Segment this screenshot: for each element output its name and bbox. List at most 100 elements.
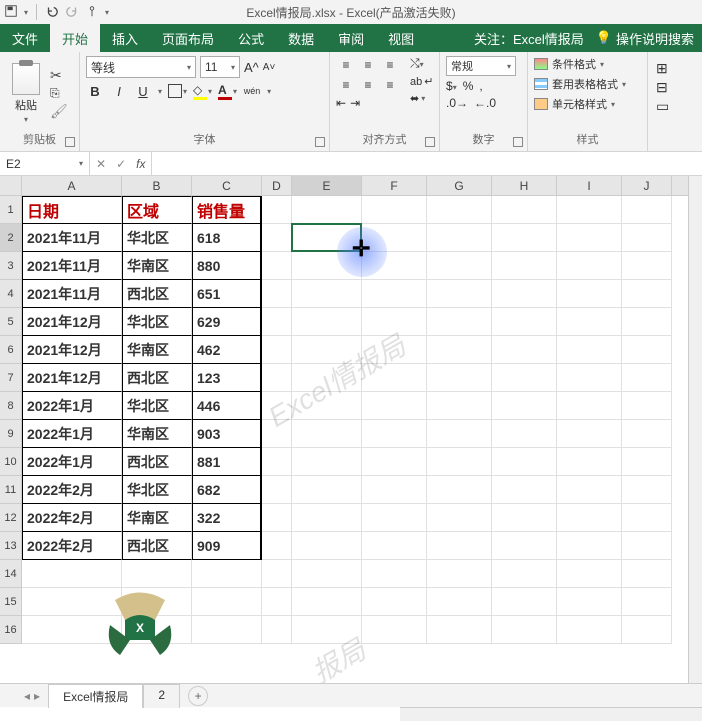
cell-J1[interactable] — [622, 196, 672, 224]
cell-D15[interactable] — [262, 588, 292, 616]
cell-H3[interactable] — [492, 252, 557, 280]
cell-A12[interactable]: 2022年2月 — [22, 504, 122, 532]
cell-C3[interactable]: 880 — [192, 252, 262, 280]
cell-D13[interactable] — [262, 532, 292, 560]
cell-H2[interactable] — [492, 224, 557, 252]
tab-开始[interactable]: 开始 — [50, 24, 100, 52]
cell-F13[interactable] — [362, 532, 427, 560]
cell-F16[interactable] — [362, 616, 427, 644]
cell-F9[interactable] — [362, 420, 427, 448]
cell-E9[interactable] — [292, 420, 362, 448]
phonetic-button[interactable]: wén — [243, 82, 261, 100]
number-dialog-launcher[interactable] — [513, 137, 523, 147]
cell-A9[interactable]: 2022年1月 — [22, 420, 122, 448]
cell-B12[interactable]: 华南区 — [122, 504, 192, 532]
cell-F6[interactable] — [362, 336, 427, 364]
format-painter-icon[interactable]: 🖌 — [50, 103, 68, 120]
cell-F4[interactable] — [362, 280, 427, 308]
merge-button[interactable]: ⬌▾ — [410, 92, 433, 105]
cell-I10[interactable] — [557, 448, 622, 476]
col-header-F[interactable]: F — [362, 176, 427, 195]
cell-H16[interactable] — [492, 616, 557, 644]
cell-D4[interactable] — [262, 280, 292, 308]
cell-H10[interactable] — [492, 448, 557, 476]
tell-me[interactable]: 💡操作说明搜索 — [596, 29, 694, 48]
cell-H5[interactable] — [492, 308, 557, 336]
cell-J15[interactable] — [622, 588, 672, 616]
cell-D1[interactable] — [262, 196, 292, 224]
save-icon[interactable] — [4, 4, 18, 21]
cell-J14[interactable] — [622, 560, 672, 588]
tab-审阅[interactable]: 审阅 — [326, 24, 376, 52]
worksheet-grid[interactable]: ABCDEFGHIJ1日期区域销售量22021年11月华北区61832021年1… — [0, 176, 702, 644]
cell-I1[interactable] — [557, 196, 622, 224]
insert-function-icon[interactable]: fx — [136, 157, 145, 171]
cell-A2[interactable]: 2021年11月 — [22, 224, 122, 252]
align-bottom-icon[interactable]: ≡ — [380, 56, 400, 74]
cell-B10[interactable]: 西北区 — [122, 448, 192, 476]
cell-J13[interactable] — [622, 532, 672, 560]
cell-A3[interactable]: 2021年11月 — [22, 252, 122, 280]
cell-F7[interactable] — [362, 364, 427, 392]
cell-I15[interactable] — [557, 588, 622, 616]
horizontal-scrollbar[interactable] — [400, 707, 702, 721]
clipboard-dialog-launcher[interactable] — [65, 137, 75, 147]
cell-G4[interactable] — [427, 280, 492, 308]
cell-E2[interactable] — [292, 224, 362, 252]
cell-C13[interactable]: 909 — [192, 532, 262, 560]
cell-G7[interactable] — [427, 364, 492, 392]
cell-E4[interactable] — [292, 280, 362, 308]
cell-H15[interactable] — [492, 588, 557, 616]
cell-D8[interactable] — [262, 392, 292, 420]
align-right-icon[interactable]: ≡ — [380, 76, 400, 94]
cell-E6[interactable] — [292, 336, 362, 364]
cell-G13[interactable] — [427, 532, 492, 560]
cell-G12[interactable] — [427, 504, 492, 532]
cell-B8[interactable]: 华北区 — [122, 392, 192, 420]
sheet-tab-Excel情报局[interactable]: Excel情报局 — [48, 684, 143, 708]
cell-E10[interactable] — [292, 448, 362, 476]
name-box[interactable]: E2▾ — [0, 152, 90, 175]
cell-C4[interactable]: 651 — [192, 280, 262, 308]
cell-E11[interactable] — [292, 476, 362, 504]
increase-decimal-icon[interactable]: .0→ — [446, 96, 468, 110]
cell-F14[interactable] — [362, 560, 427, 588]
align-middle-icon[interactable]: ≡ — [358, 56, 378, 74]
cell-H1[interactable] — [492, 196, 557, 224]
select-all-corner[interactable] — [0, 176, 22, 195]
row-header[interactable]: 14 — [0, 560, 22, 588]
cell-D2[interactable] — [262, 224, 292, 252]
cell-I2[interactable] — [557, 224, 622, 252]
cell-B11[interactable]: 华北区 — [122, 476, 192, 504]
increase-indent-icon[interactable]: ⇥ — [350, 96, 360, 110]
col-header-A[interactable]: A — [22, 176, 122, 195]
cell-I14[interactable] — [557, 560, 622, 588]
cell-A1[interactable]: 日期 — [22, 196, 122, 224]
row-header[interactable]: 9 — [0, 420, 22, 448]
cell-J10[interactable] — [622, 448, 672, 476]
cell-J3[interactable] — [622, 252, 672, 280]
italic-button[interactable]: I — [110, 82, 128, 100]
qat-dropdown[interactable]: ▾ — [24, 8, 28, 17]
cell-I7[interactable] — [557, 364, 622, 392]
cell-E15[interactable] — [292, 588, 362, 616]
cell-C12[interactable]: 322 — [192, 504, 262, 532]
cell-E1[interactable] — [292, 196, 362, 224]
col-header-E[interactable]: E — [292, 176, 362, 195]
sheet-tab-2[interactable]: 2 — [143, 684, 180, 708]
conditional-format-button[interactable]: 条件格式▾ — [534, 56, 641, 72]
fill-color-button[interactable]: ◇▾ — [193, 83, 212, 100]
cell-B14[interactable] — [122, 560, 192, 588]
cell-E7[interactable] — [292, 364, 362, 392]
cell-F1[interactable] — [362, 196, 427, 224]
row-header[interactable]: 10 — [0, 448, 22, 476]
paste-button[interactable]: 粘贴 ▾ — [6, 56, 46, 131]
insert-cells-icon[interactable]: ⊞ — [656, 60, 670, 77]
align-center-icon[interactable]: ≡ — [358, 76, 378, 94]
cell-H12[interactable] — [492, 504, 557, 532]
cell-C11[interactable]: 682 — [192, 476, 262, 504]
cell-C9[interactable]: 903 — [192, 420, 262, 448]
cell-I5[interactable] — [557, 308, 622, 336]
cell-D6[interactable] — [262, 336, 292, 364]
row-header[interactable]: 8 — [0, 392, 22, 420]
